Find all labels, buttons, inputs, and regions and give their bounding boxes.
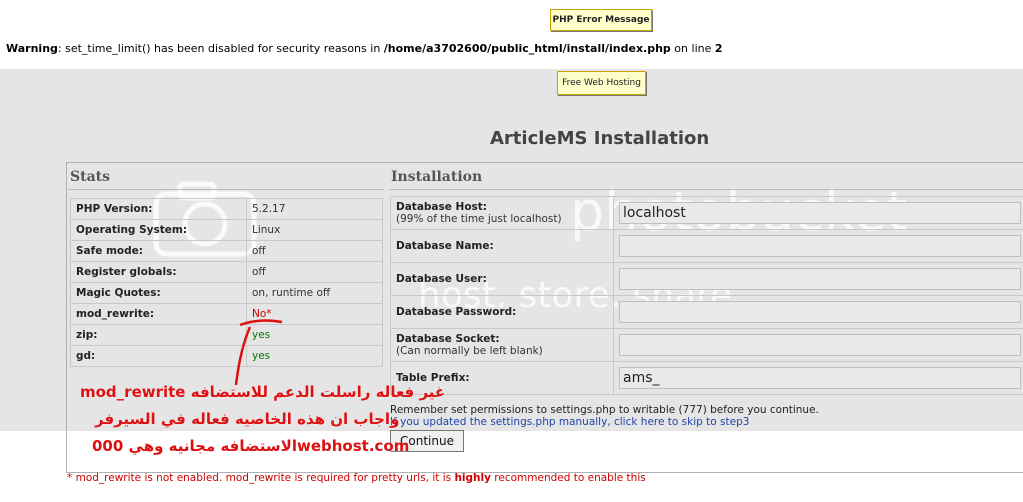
stats-key: mod_rewrite: [70, 303, 247, 325]
form-row: Database Name: [390, 229, 1023, 263]
database-password-input[interactable] [619, 301, 1021, 323]
stats-value: off [246, 240, 383, 262]
warning-label: Warning [6, 42, 58, 55]
database-socket-input[interactable] [619, 334, 1021, 356]
installation-form: Database Host: (99% of the time just loca… [390, 196, 1023, 395]
form-input-cell [613, 328, 1023, 362]
stats-value: on, runtime off [246, 282, 383, 304]
form-label-cell: Database Socket: (Can normally be left bl… [390, 328, 614, 362]
form-input-cell [613, 361, 1023, 395]
database-host-hint: (99% of the time just localhost) [396, 213, 562, 225]
database-name-label: Database Name: [396, 240, 494, 252]
table-prefix-input[interactable] [619, 367, 1021, 389]
stats-heading: Stats [70, 169, 110, 185]
form-label-cell: Database Name: [390, 229, 614, 263]
php-error-message-badge[interactable]: PHP Error Message [550, 9, 652, 31]
form-row: Table Prefix: [390, 361, 1023, 395]
stats-key: Operating System: [70, 219, 247, 241]
form-input-cell [613, 196, 1023, 230]
database-socket-label: Database Socket: [396, 333, 500, 345]
warning-text: : set_time_limit() has been disabled for… [57, 42, 384, 55]
form-row: Database User: [390, 262, 1023, 296]
form-row: Database Host: (99% of the time just loca… [390, 196, 1023, 230]
gd-status: yes [246, 345, 383, 367]
database-user-label: Database User: [396, 273, 487, 285]
stats-row: Safe mode: off [70, 240, 383, 262]
warning-line-text: on line [670, 42, 715, 55]
permissions-notice: Remember set permissions to settings.php… [390, 404, 819, 416]
stats-key: PHP Version: [70, 198, 247, 220]
footnote-emphasis: highly [454, 472, 491, 484]
form-input-cell [613, 229, 1023, 263]
database-user-input[interactable] [619, 268, 1021, 290]
warning-line-number: 2 [714, 42, 723, 55]
mod-rewrite-status: No* [246, 303, 383, 325]
stats-row: Magic Quotes: on, runtime off [70, 282, 383, 304]
form-row: Database Password: [390, 295, 1023, 329]
stats-value: 5.2.17 [246, 198, 383, 220]
form-label-cell: Database Password: [390, 295, 614, 329]
warning-path: /home/a3702600/public_html/install/index… [383, 42, 671, 55]
stats-key: Magic Quotes: [70, 282, 247, 304]
form-row: Database Socket: (Can normally be left bl… [390, 328, 1023, 362]
zip-status: yes [246, 324, 383, 346]
form-label-cell: Database Host: (99% of the time just loca… [390, 196, 614, 230]
stats-value: off [246, 261, 383, 283]
annotation-line-3: الاستضافه مجانيه وهي 000webhost.com [92, 437, 410, 455]
annotation-line-2: واجاب ان هذه الخاصيه فعاله في السيرفر [95, 410, 400, 428]
database-socket-hint: (Can normally be left blank) [396, 345, 543, 357]
installation-heading: Installation [391, 169, 483, 185]
database-host-label: Database Host: [396, 201, 488, 213]
form-input-cell [613, 295, 1023, 329]
stats-key: Register globals: [70, 261, 247, 283]
stats-row: Register globals: off [70, 261, 383, 283]
mod-rewrite-footnote: * mod_rewrite is not enabled. mod_rewrit… [67, 472, 646, 484]
database-host-input[interactable] [619, 202, 1021, 224]
free-web-hosting-badge[interactable]: Free Web Hosting [557, 71, 646, 95]
stats-row: zip: yes [70, 324, 383, 346]
annotation-line-1: mod_rewrite غير فعاله راسلت الدعم للاستض… [80, 383, 446, 401]
stats-heading-rule [68, 189, 384, 190]
stats-table: PHP Version: 5.2.17 Operating System: Linu… [70, 198, 383, 367]
database-name-input[interactable] [619, 235, 1021, 257]
stats-row: gd: yes [70, 345, 383, 367]
stats-key: zip: [70, 324, 247, 346]
stats-key: Safe mode: [70, 240, 247, 262]
stats-row: mod_rewrite: No* [70, 303, 383, 325]
form-label-cell: Database User: [390, 262, 614, 296]
footnote-text-end: recommended to enable this [490, 472, 646, 484]
stats-value: Linux [246, 219, 383, 241]
form-input-cell [613, 262, 1023, 296]
stats-row: PHP Version: 5.2.17 [70, 198, 383, 220]
skip-to-step3-link[interactable]: If you updated the settings.php manually… [390, 416, 749, 428]
footnote-text: * mod_rewrite is not enabled. mod_rewrit… [67, 472, 455, 484]
stats-row: Operating System: Linux [70, 219, 383, 241]
database-password-label: Database Password: [396, 306, 517, 318]
php-warning-line: Warning: set_time_limit() has been disab… [6, 42, 723, 55]
stats-key: gd: [70, 345, 247, 367]
page-title: ArticleMS Installation [490, 128, 710, 149]
installation-heading-rule [389, 189, 1023, 190]
